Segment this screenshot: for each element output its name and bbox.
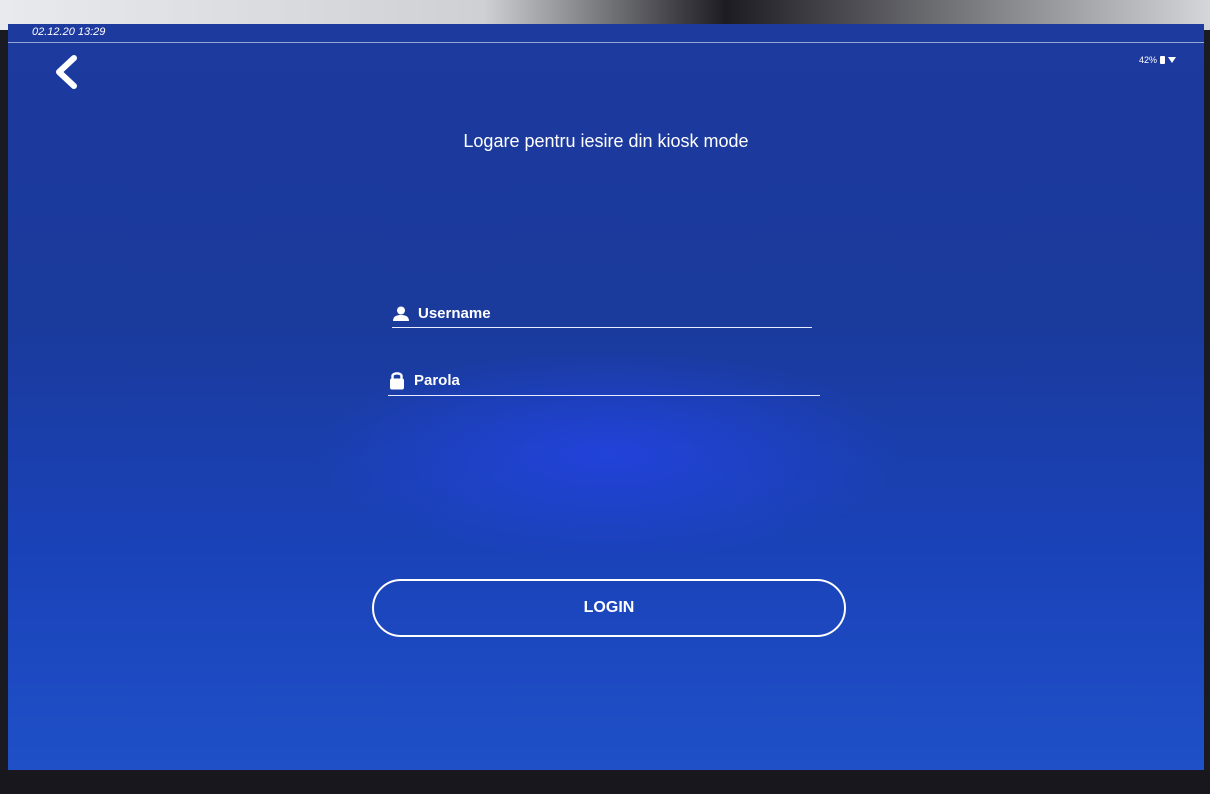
status-divider xyxy=(8,42,1204,43)
kiosk-screen: 02.12.20 13:29 42% Logare pentru iesire … xyxy=(8,24,1204,770)
password-input[interactable] xyxy=(414,371,774,389)
password-underline xyxy=(388,394,820,396)
page-title: Logare pentru iesire din kiosk mode xyxy=(463,131,749,151)
username-underline xyxy=(392,326,812,328)
username-field[interactable] xyxy=(392,305,812,328)
datetime-label: 02.12.20 13:29 xyxy=(32,26,106,38)
username-input[interactable] xyxy=(418,305,778,322)
battery-percent: 42% xyxy=(1138,55,1157,65)
battery-icon xyxy=(1160,56,1165,64)
back-button[interactable] xyxy=(48,52,82,92)
status-indicators: 42% xyxy=(1139,55,1176,65)
lock-icon xyxy=(390,372,404,390)
user-icon xyxy=(393,306,409,321)
device-bezel-bottom xyxy=(0,770,1210,794)
login-button[interactable]: LOGIN xyxy=(372,579,846,637)
password-field[interactable] xyxy=(388,370,820,396)
wifi-icon xyxy=(1168,57,1176,63)
chevron-left-icon xyxy=(56,55,77,89)
